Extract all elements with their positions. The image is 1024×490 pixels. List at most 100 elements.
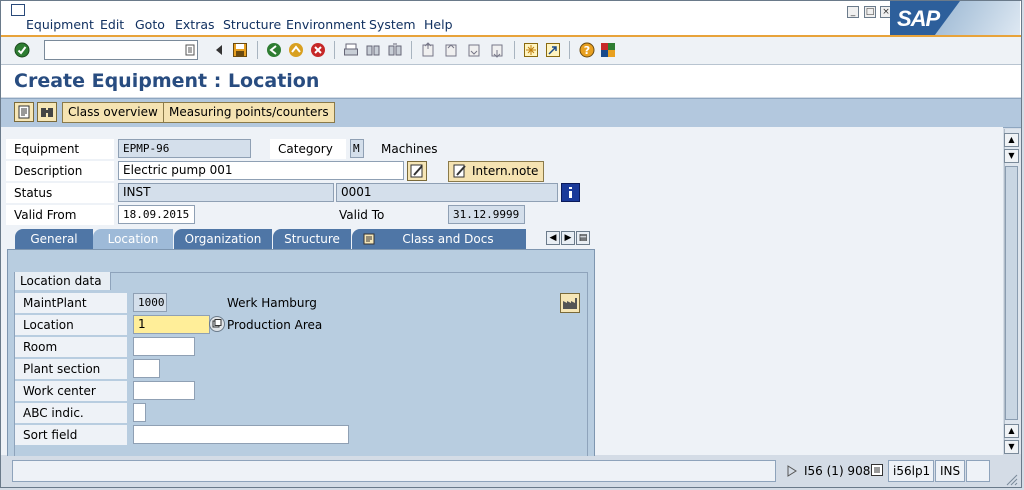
separator [411,41,412,59]
status-number-field: 0001 [336,183,558,202]
command-field[interactable] [44,40,198,60]
exit-icon[interactable] [288,42,304,58]
back-triangle-icon[interactable] [211,42,227,58]
separator [334,41,335,59]
room-field[interactable] [133,337,195,356]
maint-plant-field: 1000 [133,293,167,312]
tab-location[interactable]: Location [93,229,173,250]
search-help-icon [212,319,222,328]
save-icon[interactable] [232,42,248,58]
cancel-icon[interactable] [310,42,326,58]
status-field: INST [118,183,334,202]
valid-from-label: Valid From [6,205,114,225]
enter-icon[interactable] [14,42,30,58]
maint-plant-text: Werk Hamburg [227,296,317,310]
tab-scroll-left[interactable]: ◀ [546,231,560,245]
plant-section-label: Plant section [15,359,127,379]
tab-organization[interactable]: Organization [174,229,272,250]
status-empty-box [966,460,990,482]
menu-edit[interactable]: Edit [100,17,124,32]
status-message-area [12,460,776,482]
tab-class-and-docs-label: Class and Docs [402,232,494,246]
intern-note-label: Intern.note [472,164,539,178]
find-next-icon[interactable] [387,42,403,58]
status-info-button[interactable] [561,183,580,202]
scroll-top-button[interactable]: ▲ [1004,133,1019,147]
tab-scroll-right[interactable]: ▶ [561,231,575,245]
back-icon[interactable] [266,42,282,58]
scroll-bottom-button[interactable]: ▼ [1004,440,1019,454]
tab-class-and-docs[interactable]: Class and Docs [352,229,526,250]
valid-from-field[interactable]: 18.09.2015 [118,205,195,224]
last-page-icon[interactable] [489,42,505,58]
sort-field-label: Sort field [15,425,127,445]
first-page-icon[interactable] [420,42,436,58]
scroll-icon [363,233,375,245]
server-name: i56lp1 [888,460,934,482]
session-info: I56 (1) 908 [804,464,871,478]
menu-goto[interactable]: Goto [135,17,165,32]
document-icon [18,105,30,119]
command-history-icon[interactable] [185,44,195,56]
plant-overview-button[interactable] [560,293,580,313]
maximize-button[interactable]: □ [864,6,876,18]
intern-note-button[interactable]: Intern.note [448,161,545,182]
binoculars-icon [41,108,53,117]
long-text-button[interactable] [407,161,427,181]
description-field[interactable]: Electric pump 001 [118,161,404,180]
help-icon[interactable]: ? [579,42,595,58]
abc-indicator-field[interactable] [133,403,146,422]
sort-field-input[interactable] [133,425,349,444]
svg-text:?: ? [584,44,590,57]
scroll-down-button[interactable]: ▲ [1004,424,1019,438]
system-menu-icon[interactable] [11,4,25,16]
category-label: Category [270,139,346,159]
valid-to-label: Valid To [339,208,385,222]
print-icon[interactable] [343,42,359,58]
insert-mode: INS [935,460,965,482]
resize-grip-icon[interactable] [1002,470,1018,486]
scroll-up-button[interactable]: ▼ [1004,149,1019,163]
tab-structure[interactable]: Structure [273,229,351,250]
tab-list-button[interactable]: ▤ [576,231,590,245]
create-session-icon[interactable] [523,42,539,58]
tab-general[interactable]: General [15,229,93,250]
previous-page-icon[interactable] [443,42,459,58]
plant-section-field[interactable] [133,359,160,378]
note-icon [453,164,466,178]
work-center-field[interactable] [133,381,195,400]
work-center-label: Work center [15,381,127,401]
description-label: Description [6,161,114,181]
location-text: Production Area [227,318,323,332]
menu-system[interactable]: System [369,17,416,32]
separator [569,41,570,59]
location-field[interactable]: 1 [133,315,210,334]
shortcut-icon[interactable] [545,42,561,58]
abc-indicator-label: ABC indic. [15,403,127,423]
next-page-icon[interactable] [466,42,482,58]
location-search-help[interactable] [209,316,225,332]
minimize-button[interactable]: _ [847,6,859,18]
find-binoculars-button[interactable] [37,102,57,122]
menu-equipment[interactable]: Equipment [26,17,94,32]
equipment-label: Equipment [6,139,114,159]
room-label: Room [15,337,127,357]
scroll-thumb[interactable] [1005,166,1018,420]
class-overview-button[interactable]: Class overview [62,102,164,123]
display-document-button[interactable] [14,102,34,122]
measuring-points-button[interactable]: Measuring points/counters [163,102,335,123]
category-text: Machines [381,142,438,156]
menu-structure[interactable]: Structure [223,17,281,32]
valid-to-field: 31.12.9999 [448,205,525,224]
menu-help[interactable]: Help [424,17,453,32]
layout-menu-icon[interactable] [600,42,616,58]
equipment-field: EPMP-96 [118,139,251,158]
find-icon[interactable] [365,42,381,58]
edit-text-icon [410,164,423,178]
menu-extras[interactable]: Extras [175,17,215,32]
menu-environment[interactable]: Environment [286,17,366,32]
session-list-icon[interactable] [870,463,884,477]
info-icon [569,187,572,198]
status-expand-icon[interactable] [786,464,798,478]
page-title: Create Equipment : Location [14,70,320,92]
